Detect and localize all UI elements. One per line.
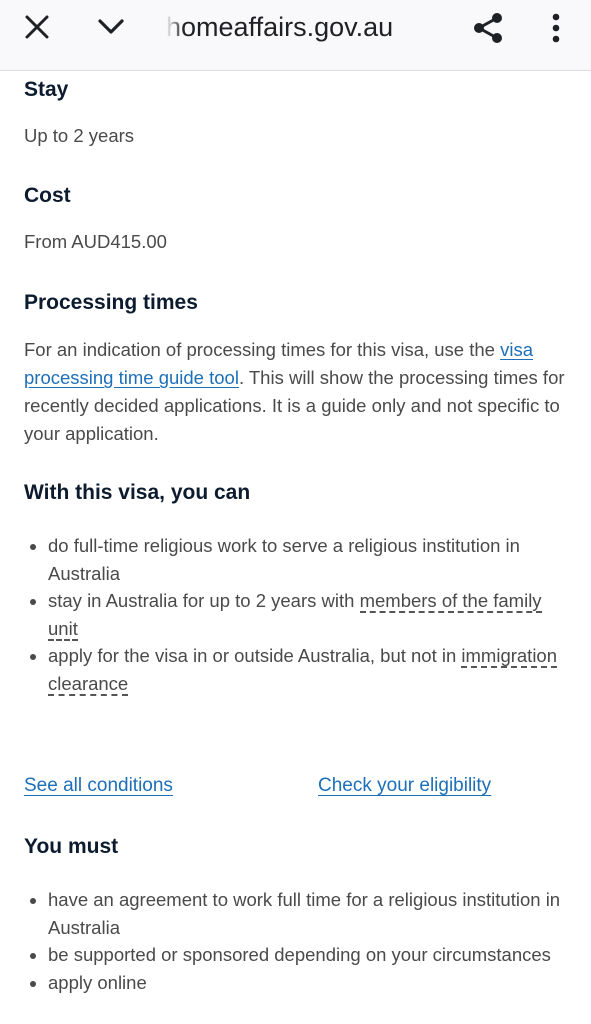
- url-bar[interactable]: homeaffairs.gov.au: [166, 8, 416, 46]
- see-all-conditions-link[interactable]: See all conditions: [24, 775, 173, 797]
- list-item: have an agreement to work full time for …: [24, 886, 569, 941]
- processing-heading: Processing times: [24, 291, 198, 314]
- list-item: be supported or sponsored depending on y…: [24, 941, 569, 969]
- share-button[interactable]: [466, 6, 510, 50]
- with-visa-list: do full-time religious work to serve a r…: [24, 532, 569, 697]
- share-icon: [474, 13, 502, 43]
- processing-text-before: For an indication of processing times fo…: [24, 339, 501, 360]
- cost-value: From AUD415.00: [24, 231, 167, 252]
- close-button[interactable]: [16, 6, 58, 48]
- close-icon: [25, 15, 49, 39]
- stay-heading: Stay: [24, 78, 69, 101]
- list-item: apply online: [24, 969, 569, 997]
- stay-value: Up to 2 years: [24, 125, 135, 146]
- cost-heading: Cost: [24, 184, 71, 207]
- check-eligibility-link[interactable]: Check your eligibility: [318, 775, 491, 797]
- more-vertical-icon: [552, 13, 560, 43]
- browser-toolbar: homeaffairs.gov.au: [0, 0, 591, 71]
- more-options-button[interactable]: [536, 6, 576, 50]
- page-menu-button[interactable]: [90, 6, 132, 48]
- list-item: apply for the visa in or outside Austral…: [24, 642, 569, 697]
- you-must-list: have an agreement to work full time for …: [24, 886, 569, 996]
- list-item: do full-time religious work to serve a r…: [24, 532, 569, 587]
- with-visa-heading: With this visa, you can: [24, 481, 251, 504]
- you-must-heading: You must: [24, 835, 119, 858]
- processing-text: For an indication of processing times fo…: [24, 336, 569, 448]
- chevron-down-icon: [98, 19, 124, 34]
- list-item: stay in Australia for up to 2 years with…: [24, 587, 569, 642]
